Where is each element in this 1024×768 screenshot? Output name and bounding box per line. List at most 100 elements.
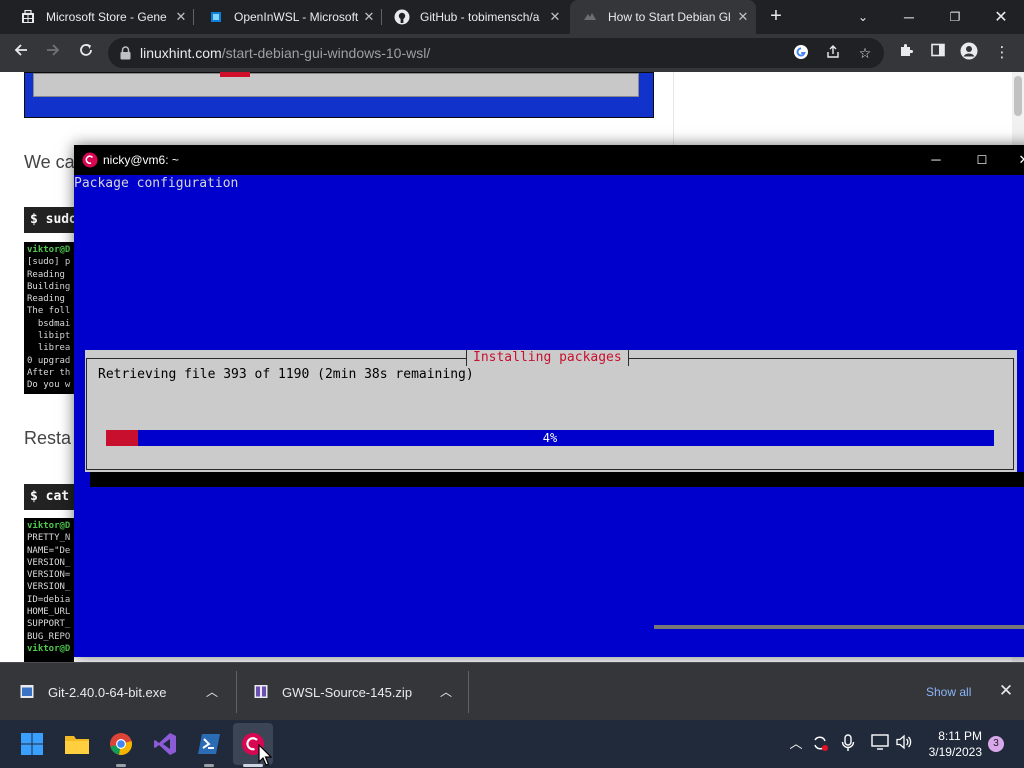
download-item-gwsl[interactable]: GWSL-Source-145.zip ︿ xyxy=(254,663,464,721)
terminal-close-button[interactable]: ✕ xyxy=(1014,151,1024,169)
windows-logo-icon xyxy=(21,733,43,755)
terminal-line: libipt xyxy=(27,331,71,342)
address-bar[interactable]: linuxhint.com/start-debian-gui-windows-1… xyxy=(108,38,884,68)
lock-icon[interactable] xyxy=(120,46,131,60)
url-host: linuxhint.com xyxy=(140,45,222,61)
forward-button[interactable] xyxy=(42,42,64,64)
network-display-icon[interactable] xyxy=(870,734,890,754)
terminal-title-bar[interactable]: nicky@vm6: ~ ─ ☐ ✕ xyxy=(74,145,1024,175)
powershell-button[interactable] xyxy=(195,730,223,758)
terminal-line: VERSION_ xyxy=(27,557,71,568)
page-divider xyxy=(673,72,674,152)
terminal-line: SUPPORT_ xyxy=(27,619,71,630)
tab-search-button[interactable]: ⌄ xyxy=(840,0,886,34)
minimize-button[interactable]: ─ xyxy=(886,0,932,34)
share-icon[interactable] xyxy=(824,44,842,62)
reload-button[interactable] xyxy=(75,42,97,64)
terminal-line: VERSION= xyxy=(27,570,71,581)
tab-microsoft-store[interactable]: Microsoft Store - Gene ✕ xyxy=(0,0,194,34)
tab-title: GitHub - tobimensch/a xyxy=(420,10,540,24)
file-explorer-button[interactable] xyxy=(63,730,91,758)
url-text[interactable]: linuxhint.com/start-debian-gui-windows-1… xyxy=(140,45,430,61)
volume-icon[interactable] xyxy=(894,734,914,754)
terminal-line: Reading xyxy=(27,294,71,305)
terminal-line: bsdmai xyxy=(27,318,71,329)
browser-tab-strip: Microsoft Store - Gene ✕ OpenInWSL - Mic… xyxy=(0,0,1024,34)
visual-studio-button[interactable] xyxy=(151,730,179,758)
progress-percent: 4% xyxy=(542,431,558,445)
tab-close-icon[interactable]: ✕ xyxy=(174,10,188,24)
zip-file-icon xyxy=(254,685,268,698)
terminal-window[interactable]: nicky@vm6: ~ ─ ☐ ✕ Package configuration… xyxy=(74,145,1024,657)
terminal-line: BUG_REPO xyxy=(27,631,71,642)
running-indicator xyxy=(204,764,214,767)
system-clock[interactable]: 8:11 PM 3/19/2023 xyxy=(920,728,982,760)
mouse-cursor-icon xyxy=(258,744,272,766)
new-tab-button[interactable]: + xyxy=(766,6,786,27)
terminal-line: viktor@D xyxy=(27,245,71,255)
tab-github[interactable]: GitHub - tobimensch/a ✕ xyxy=(382,0,568,34)
tab-close-icon[interactable]: ✕ xyxy=(362,10,376,24)
extensions-icon[interactable] xyxy=(895,42,917,64)
terminal-line: 0 upgrad xyxy=(27,355,71,366)
bookmark-star-icon[interactable]: ☆ xyxy=(856,44,874,62)
chevron-up-icon[interactable]: ︿ xyxy=(206,686,218,698)
debian-swirl-icon xyxy=(82,152,98,168)
start-button[interactable] xyxy=(18,730,46,758)
tab-close-icon[interactable]: ✕ xyxy=(736,10,750,24)
terminal-line: The foll xyxy=(27,306,71,317)
tab-linuxhint[interactable]: How to Start Debian Gl ✕ xyxy=(570,0,756,34)
terminal-maximize-button[interactable]: ☐ xyxy=(972,151,992,169)
more-menu-icon[interactable]: ⋮ xyxy=(991,42,1013,64)
profile-avatar-icon[interactable] xyxy=(958,42,980,64)
terminal-line: viktor@D xyxy=(27,643,71,654)
download-filename: Git-2.40.0-64-bit.exe xyxy=(48,684,167,700)
terminal-content[interactable]: Package configuration Installing package… xyxy=(74,175,1024,657)
chevron-up-icon[interactable]: ︿ xyxy=(440,686,452,698)
back-button[interactable] xyxy=(10,42,32,64)
windows-taskbar: ︿ 8:11 PM 3/19/2023 3 xyxy=(0,720,1024,768)
article-heading: Resta xyxy=(24,428,72,448)
dialog-message: Retrieving file 393 of 1190 (2min 38s re… xyxy=(98,367,474,382)
terminal-line: Do you w xyxy=(27,380,71,391)
linuxhint-icon xyxy=(582,9,598,25)
terminal-line: librea xyxy=(27,343,71,354)
terminal-line: viktor@D xyxy=(27,521,71,531)
progress-bar: 4% xyxy=(106,430,994,446)
terminal-minimize-button[interactable]: ─ xyxy=(926,151,946,169)
google-lens-icon[interactable] xyxy=(792,44,810,62)
folder-icon xyxy=(65,736,89,754)
terminal-line: ID=debia xyxy=(27,594,71,605)
terminal-line: VERSION_ xyxy=(27,582,71,593)
close-download-bar-icon[interactable]: ✕ xyxy=(996,681,1016,701)
running-indicator xyxy=(116,764,126,767)
show-all-button[interactable]: Show all xyxy=(926,685,971,699)
clock-time: 8:11 PM xyxy=(938,729,982,743)
download-item-git[interactable]: Git-2.40.0-64-bit.exe ︿ xyxy=(20,663,230,721)
installing-packages-dialog: Installing packages Retrieving file 393 … xyxy=(85,350,1017,472)
download-shelf: Git-2.40.0-64-bit.exe ︿ GWSL-Source-145.… xyxy=(0,662,1024,720)
sync-icon[interactable] xyxy=(810,734,830,754)
terminal-line: Building xyxy=(27,281,71,292)
desktop-screen: Microsoft Store - Gene ✕ OpenInWSL - Mic… xyxy=(0,0,1024,768)
exe-file-icon xyxy=(20,685,34,698)
terminal-scrollbar xyxy=(654,625,1024,629)
terminal-line: PRETTY_N xyxy=(27,533,71,544)
close-window-button[interactable]: ✕ xyxy=(978,0,1024,34)
restore-button[interactable]: ❐ xyxy=(932,0,978,34)
powershell-icon xyxy=(198,734,220,754)
tab-close-icon[interactable]: ✕ xyxy=(548,10,562,24)
tab-title: Microsoft Store - Gene xyxy=(46,10,167,24)
tab-title: How to Start Debian Gl xyxy=(608,10,731,24)
tab-openinwsl[interactable]: OpenInWSL - Microsoft ✕ xyxy=(194,0,382,34)
chrome-taskbar-button[interactable] xyxy=(107,730,135,758)
terminal-line: [sudo] p xyxy=(27,257,71,268)
chevron-up-icon[interactable]: ︿ xyxy=(786,734,806,754)
scrollbar-thumb[interactable] xyxy=(1014,76,1022,116)
side-panel-icon[interactable] xyxy=(927,42,949,64)
url-path: /start-debian-gui-windows-10-wsl/ xyxy=(221,45,431,61)
terminal-line: Reading xyxy=(27,269,71,280)
terminal-line: HOME_URL xyxy=(27,607,71,618)
notification-badge[interactable]: 3 xyxy=(988,736,1004,752)
microphone-icon[interactable] xyxy=(838,734,858,754)
